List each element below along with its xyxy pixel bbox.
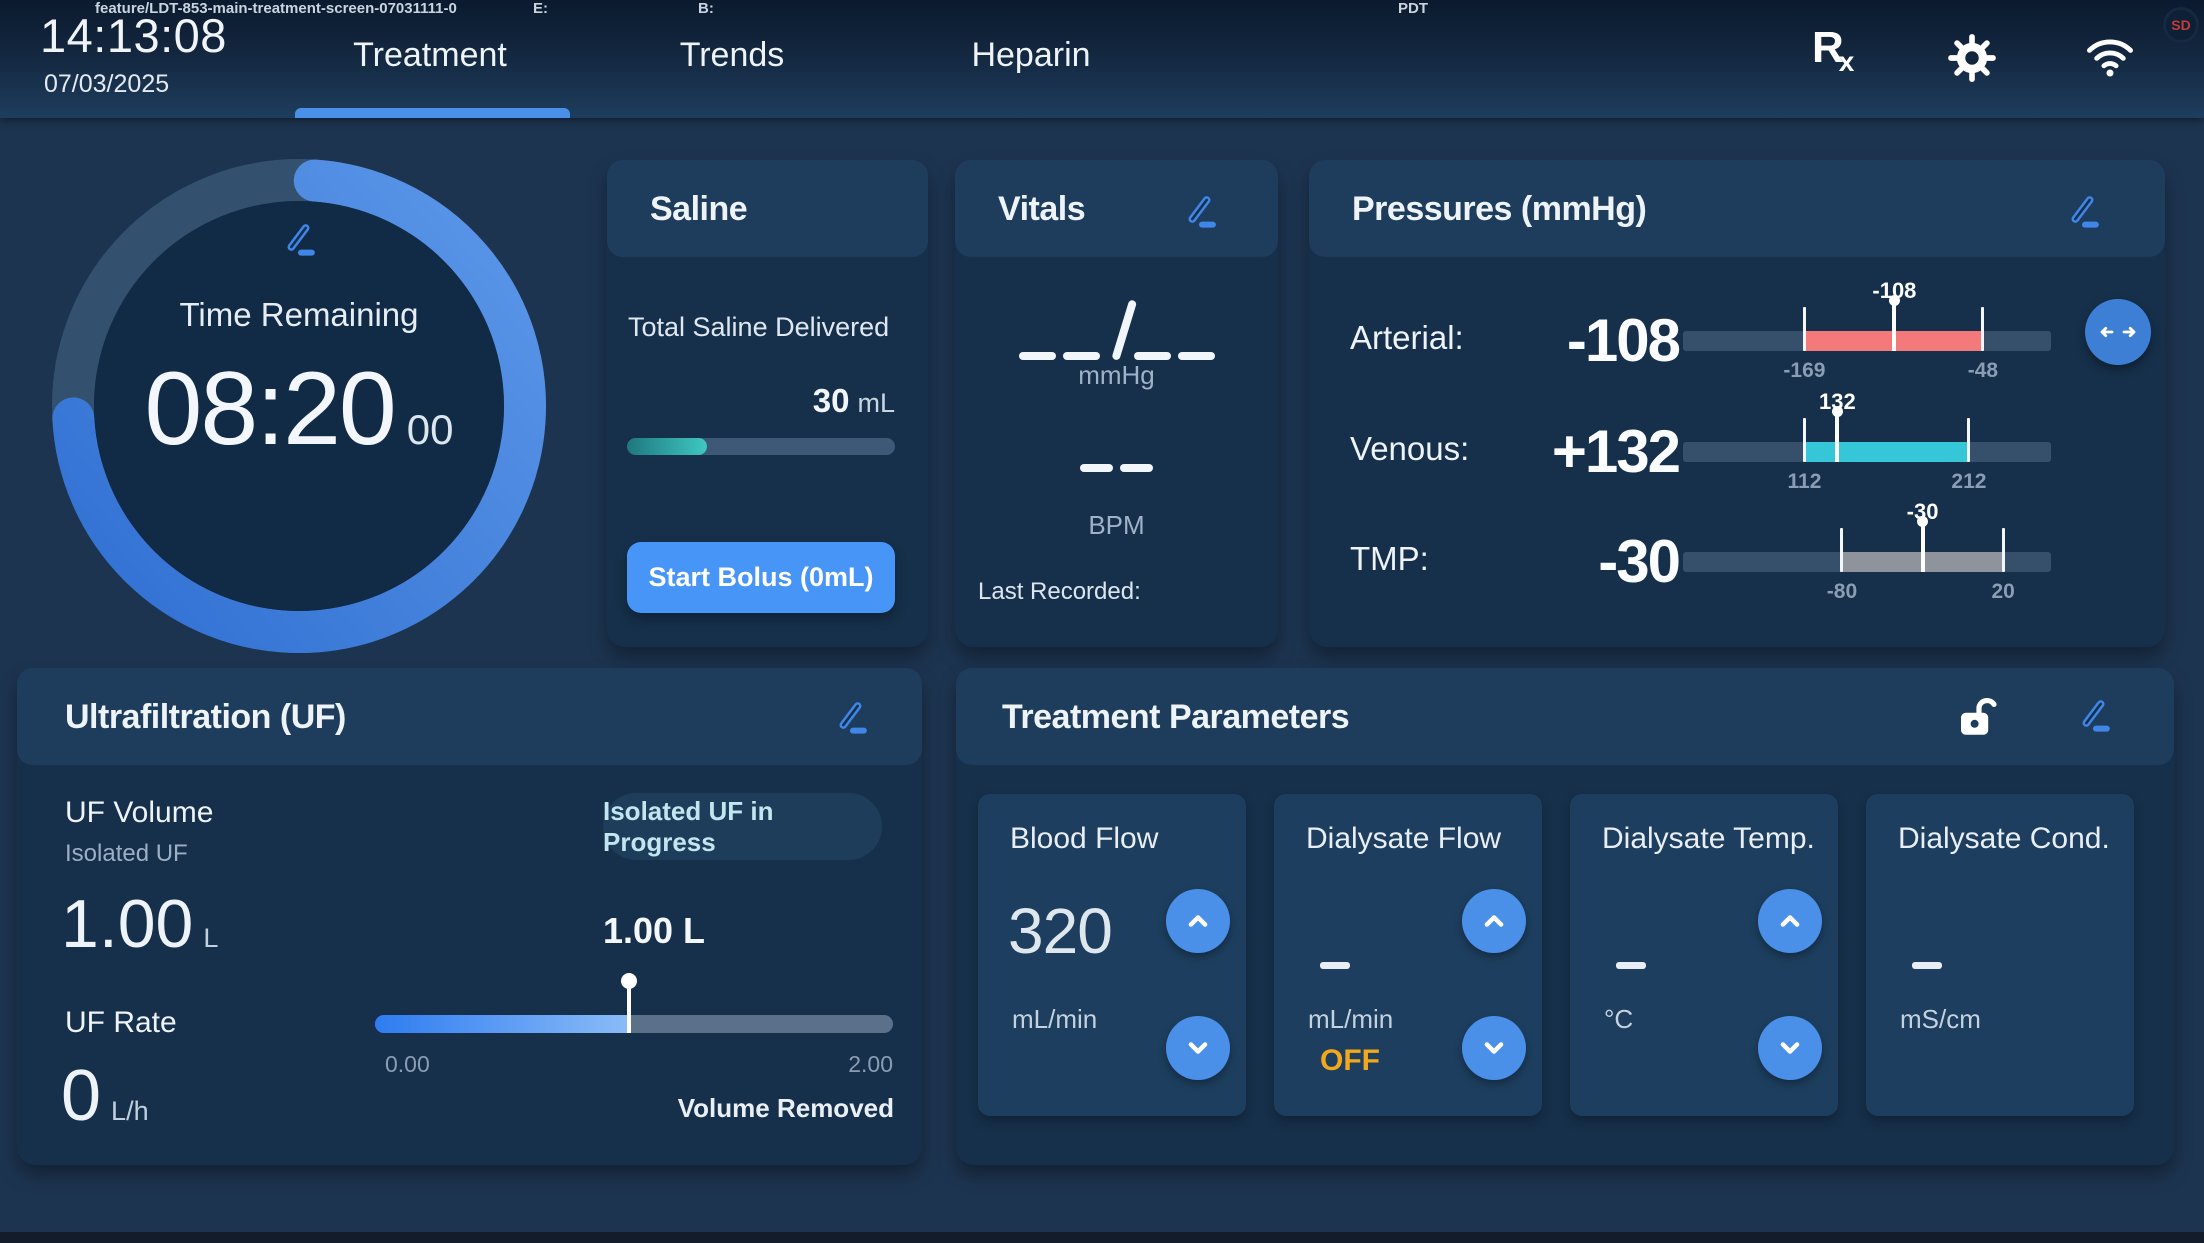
saline-progress-bar — [627, 438, 895, 455]
uf-rate-unit: L/h — [111, 1096, 149, 1127]
dialysate-cond-empty-value — [1912, 962, 1942, 969]
uf-card: Ultrafiltration (UF) UF Volume Isolated … — [17, 668, 922, 1165]
pressures-title: Pressures (mmHg) — [1352, 190, 1646, 229]
debug-label-e: E: — [533, 0, 548, 17]
hr-unit-label: BPM — [955, 510, 1278, 541]
saline-progress-fill — [627, 438, 707, 455]
chevron-down-icon — [1181, 1031, 1215, 1065]
wifi-icon[interactable] — [2082, 28, 2138, 84]
time-remaining-hhmm: 08:20 — [145, 352, 395, 466]
dialysate-flow-empty-value — [1320, 962, 1350, 969]
edit-pressures-icon[interactable] — [2065, 192, 2105, 232]
pressures-card: Pressures (mmHg) Arterial: -108 -108 -16… — [1309, 160, 2165, 647]
uf-volume-value: 1.00 — [61, 890, 193, 958]
chevron-up-icon — [1773, 904, 1807, 938]
treatment-params-title: Treatment Parameters — [1002, 698, 1349, 737]
sd-status-badge: SD — [2163, 7, 2199, 43]
total-saline-label: Total Saline Delivered — [628, 312, 889, 343]
clock-time: 14:13:08 — [40, 8, 227, 63]
param-dialysate-temp: Dialysate Temp. °C — [1570, 794, 1838, 1116]
blood-flow-increase-button[interactable] — [1166, 889, 1230, 953]
saline-card: Saline Total Saline Delivered 30 mL Star… — [607, 160, 928, 647]
uf-mode-label: Isolated UF — [65, 840, 188, 868]
uf-slider-fill — [375, 1015, 629, 1033]
timezone-label: PDT — [1398, 0, 1428, 17]
uf-rate-value-row: 0 L/h — [61, 1060, 149, 1132]
arterial-value: -108 — [1339, 296, 1679, 386]
screen-bottom-edge — [0, 1232, 2204, 1243]
uf-slider-min-label: 0.00 — [385, 1051, 430, 1078]
saline-title: Saline — [650, 190, 747, 229]
uf-title: Ultrafiltration (UF) — [65, 698, 346, 737]
blood-flow-decrease-button[interactable] — [1166, 1016, 1230, 1080]
uf-rate-value: 0 — [61, 1060, 101, 1132]
edit-time-icon[interactable] — [281, 220, 321, 260]
param-dialysate-flow: Dialysate Flow mL/min OFF — [1274, 794, 1542, 1116]
vitals-title: Vitals — [998, 190, 1085, 229]
adjust-range-button[interactable] — [2085, 299, 2151, 365]
tmp-value: -30 — [1339, 517, 1679, 607]
debug-label-b: B: — [698, 0, 714, 17]
uf-slider-max-label: 2.00 — [848, 1051, 893, 1078]
bp-unit-label: mmHg — [955, 360, 1278, 391]
hr-placeholder-graphic — [955, 464, 1278, 472]
last-recorded-label: Last Recorded: — [978, 578, 1141, 606]
chevron-up-icon — [1181, 904, 1215, 938]
uf-rate-label: UF Rate — [65, 1006, 177, 1040]
dialysate-temp-decrease-button[interactable] — [1758, 1016, 1822, 1080]
edit-vitals-icon[interactable] — [1182, 192, 1222, 232]
uf-slider-value-label: 1.00 L — [603, 910, 705, 952]
edit-uf-icon[interactable] — [833, 698, 873, 738]
bp-slash — [1111, 299, 1137, 361]
saline-amount: 30 mL — [813, 382, 895, 420]
unlock-icon[interactable] — [1952, 692, 2000, 740]
volume-removed-label: Volume Removed — [678, 1093, 894, 1124]
dialysate-flow-increase-button[interactable] — [1462, 889, 1526, 953]
tab-trends[interactable]: Trends — [680, 36, 785, 75]
left-right-arrows-icon — [2096, 320, 2140, 344]
isolated-uf-badge: Isolated UF in Progress — [603, 793, 882, 860]
chevron-down-icon — [1477, 1031, 1511, 1065]
active-tab-indicator — [295, 108, 570, 118]
time-remaining-value: 08:20 00 — [79, 352, 519, 466]
tmp-gauge: -30 -80 20 — [1683, 502, 2051, 632]
dialysate-temp-empty-value — [1616, 962, 1646, 969]
venous-alarm-range — [1804, 442, 1968, 462]
gear-icon[interactable] — [1946, 32, 1998, 84]
saline-amount-unit: mL — [857, 388, 895, 419]
time-remaining-label: Time Remaining — [139, 296, 459, 334]
dialysate-flow-decrease-button[interactable] — [1462, 1016, 1526, 1080]
bp-placeholder-graphic — [955, 288, 1278, 360]
treatment-screen: feature/LDT-853-main-treatment-screen-07… — [0, 0, 2204, 1243]
chevron-down-icon — [1773, 1031, 1807, 1065]
vitals-card: Vitals mmHg BPM Last Recorded: — [955, 160, 1278, 647]
param-blood-flow: Blood Flow 320 mL/min — [978, 794, 1246, 1116]
dialysate-flow-status: OFF — [1320, 1044, 1380, 1078]
clock-date: 07/03/2025 — [44, 70, 169, 99]
top-bar: feature/LDT-853-main-treatment-screen-07… — [0, 0, 2204, 118]
param-dialysate-cond: Dialysate Cond. mS/cm — [1866, 794, 2134, 1116]
blood-flow-value: 320 — [1008, 894, 1112, 968]
uf-volume-unit: L — [203, 923, 218, 954]
venous-value: +132 — [1339, 407, 1679, 497]
dialysate-temp-increase-button[interactable] — [1758, 889, 1822, 953]
saline-amount-value: 30 — [813, 382, 850, 420]
edit-treatment-params-icon[interactable] — [2076, 696, 2116, 736]
treatment-params-card: Treatment Parameters Blood Flow 320 mL/m… — [956, 668, 2174, 1165]
prescription-rx-icon[interactable]: Rx — [1812, 26, 1854, 76]
time-remaining-seconds: 00 — [407, 406, 454, 454]
uf-volume-label: UF Volume — [65, 796, 213, 830]
uf-volume-slider[interactable] — [375, 1015, 893, 1033]
tab-heparin[interactable]: Heparin — [971, 36, 1090, 75]
start-bolus-button[interactable]: Start Bolus (0mL) — [627, 542, 895, 613]
uf-volume-value-row: 1.00 L — [61, 890, 218, 958]
chevron-up-icon — [1477, 904, 1511, 938]
tab-treatment[interactable]: Treatment — [353, 36, 507, 75]
